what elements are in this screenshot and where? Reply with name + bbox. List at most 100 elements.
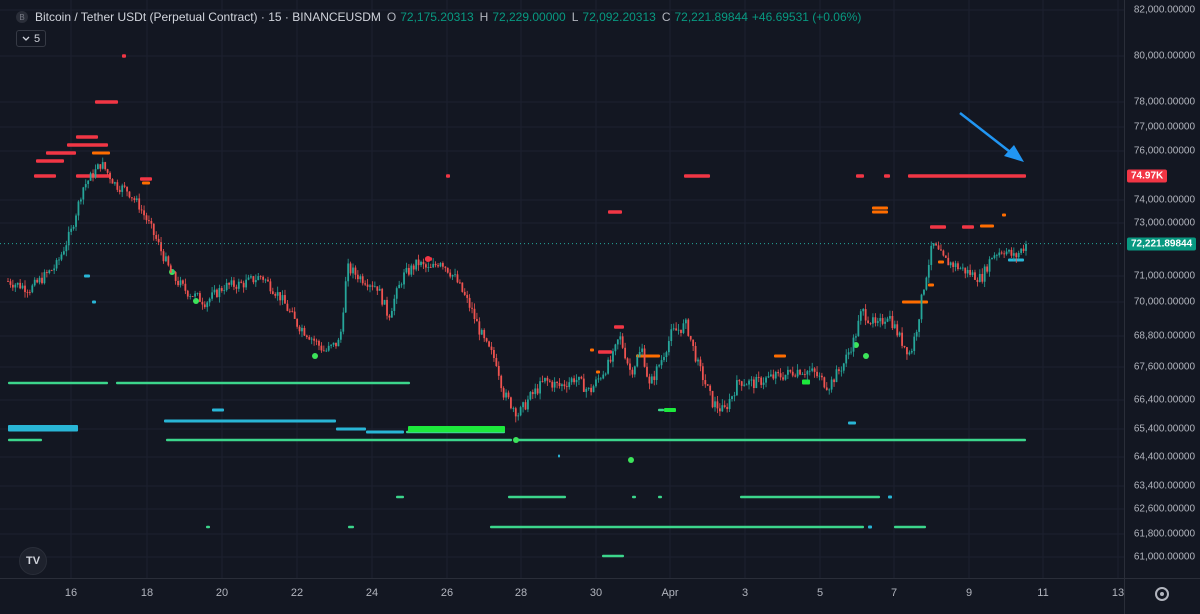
candle-body: [774, 371, 777, 379]
candle-body: [507, 392, 510, 398]
signal-dot: [513, 437, 519, 443]
candle-body: [947, 257, 950, 266]
candle-body: [604, 373, 607, 375]
candle-body: [524, 402, 527, 410]
orange-zone: [92, 151, 110, 155]
candle-body: [177, 280, 179, 286]
candle-body: [760, 377, 763, 385]
candle-body: [191, 296, 194, 297]
symbol-legend[interactable]: B Bitcoin / Tether USDt (Perpetual Contr…: [16, 10, 861, 24]
candle-body: [213, 289, 216, 293]
high-value: 72,229.00000: [492, 10, 566, 24]
candle-body: [281, 295, 284, 301]
gear-icon[interactable]: [1155, 587, 1169, 601]
chart-pane[interactable]: B Bitcoin / Tether USDt (Perpetual Contr…: [0, 0, 1124, 578]
candle-body: [920, 294, 923, 320]
candle-body: [148, 220, 150, 222]
candle-body: [121, 185, 124, 192]
candle-body: [944, 255, 947, 258]
candle-body: [461, 282, 464, 292]
low-label: L: [571, 10, 579, 24]
candle-body: [77, 201, 80, 216]
time-axis-label: 16: [64, 587, 78, 599]
candle-body: [111, 179, 114, 184]
candle-body: [230, 280, 233, 285]
candle-body: [813, 368, 816, 372]
resistance-zone: [140, 177, 152, 181]
candle-body: [150, 221, 153, 224]
candle-body: [616, 339, 619, 345]
candle-body: [434, 263, 437, 266]
candle-body: [364, 283, 367, 285]
candle-body: [714, 401, 716, 408]
candle-body: [570, 378, 573, 383]
candle-body: [291, 311, 294, 313]
candle-body: [155, 235, 158, 239]
candle-body: [519, 407, 522, 416]
cyan-zone: [164, 419, 336, 423]
candle-body: [1000, 252, 1003, 254]
candle-body: [660, 360, 663, 366]
candle-body: [677, 329, 680, 331]
candle-body: [310, 338, 313, 340]
candle-body: [670, 329, 673, 342]
candle-body: [510, 397, 512, 409]
candle-body: [940, 249, 942, 251]
candle-body: [116, 182, 119, 190]
candle-body: [220, 288, 223, 291]
candle-body: [1008, 249, 1010, 252]
candle-body: [211, 292, 213, 299]
candle-body: [451, 274, 454, 277]
candle-body: [782, 377, 784, 380]
candle-body: [41, 277, 43, 284]
annotation-arrow[interactable]: [959, 112, 1024, 162]
symbol-title[interactable]: Bitcoin / Tether USDt (Perpetual Contrac…: [35, 10, 381, 24]
candle-body: [738, 380, 741, 382]
candle-body: [456, 274, 459, 283]
price-axis[interactable]: 82,000.00000 80,000.00000 78,000.00000 77,0…: [1124, 0, 1200, 578]
candle-body: [500, 375, 503, 389]
price-axis-label: 73,000.00000: [1133, 217, 1195, 229]
candle-body: [969, 270, 972, 275]
candle-body: [138, 198, 141, 210]
candle-body: [898, 332, 901, 336]
candle-body: [407, 267, 410, 275]
candle-body: [998, 252, 1001, 256]
candle-body: [565, 386, 568, 388]
support-zone: [396, 495, 404, 499]
support-zone: [632, 495, 636, 499]
candle-body: [417, 259, 420, 266]
candle-body: [349, 263, 352, 274]
candle-body: [152, 223, 155, 236]
candle-body: [621, 336, 624, 348]
candle-body: [966, 270, 969, 274]
candle-body: [855, 336, 857, 338]
candle-body: [728, 399, 731, 410]
cyan-zone: [92, 300, 96, 304]
tradingview-logo[interactable]: TV: [19, 547, 47, 575]
candle-body: [573, 378, 575, 383]
candle-body: [313, 338, 316, 341]
candle-body: [264, 279, 267, 281]
candle-body: [459, 282, 461, 284]
indicators-toggle-button[interactable]: 5: [16, 30, 47, 47]
time-axis[interactable]: 16 18 20 22 24 26 28 30 Apr 3 5 7 9 11 13: [0, 578, 1124, 614]
candle-body: [106, 169, 109, 173]
resistance-zone: [930, 225, 946, 229]
candle-body: [123, 185, 126, 187]
candle-body: [830, 379, 833, 390]
time-axis-label: 7: [890, 587, 898, 599]
candle-body: [476, 319, 478, 322]
candle-body: [301, 327, 303, 332]
price-axis-label: 67,600.00000: [1133, 361, 1195, 373]
candle-body: [463, 291, 466, 295]
candle-body: [218, 288, 221, 298]
change-value: +46.69531 (+0.06%): [751, 10, 862, 24]
candle-body: [553, 381, 556, 388]
candle-body: [952, 262, 955, 267]
support-zone: [508, 495, 566, 499]
candle-body: [752, 379, 755, 389]
cyan-zone: [868, 525, 872, 529]
price-axis-label: 65,400.00000: [1133, 423, 1195, 435]
candle-body: [94, 169, 97, 178]
